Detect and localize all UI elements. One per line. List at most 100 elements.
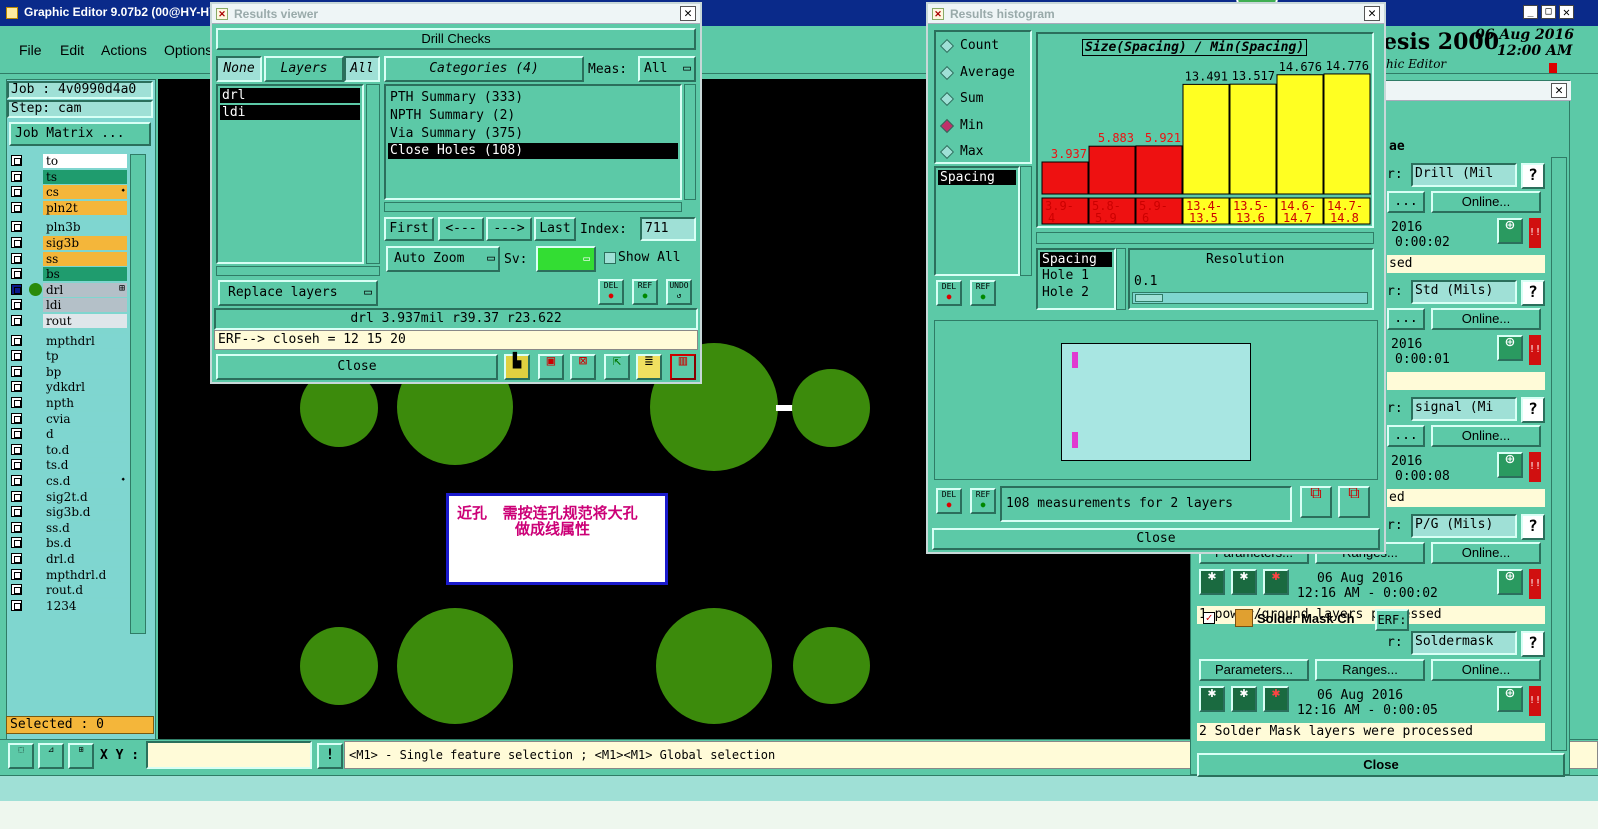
- layer-name[interactable]: d: [43, 427, 127, 442]
- layer-name[interactable]: to.d: [43, 442, 127, 457]
- last-button[interactable]: Last: [534, 217, 576, 241]
- drill-pad-6[interactable]: [397, 608, 513, 724]
- stop-icon[interactable]: ✱: [1263, 686, 1289, 712]
- checklist-scroll[interactable]: [1551, 157, 1567, 751]
- layer-name[interactable]: drl.d: [43, 552, 127, 566]
- legend-scroll[interactable]: [1116, 248, 1126, 310]
- help-icon[interactable]: ?: [1521, 514, 1545, 540]
- drill-pad-4[interactable]: [792, 369, 870, 447]
- main-close-button[interactable]: ✕: [1559, 5, 1574, 19]
- help-icon[interactable]: ?: [1521, 397, 1545, 423]
- online-button[interactable]: Online...: [1431, 659, 1541, 681]
- layer-checkbox[interactable]: [11, 186, 22, 198]
- histogram-bar[interactable]: [1041, 161, 1089, 195]
- clear-icon[interactable]: ⊠: [570, 354, 596, 380]
- show-all-checkbox[interactable]: [604, 252, 616, 264]
- layer-name[interactable]: ss: [43, 251, 127, 266]
- drill-pad-5[interactable]: [300, 627, 378, 705]
- undo-icon[interactable]: UNDO ↺: [666, 279, 692, 305]
- layer-name[interactable]: mpthdrl.d: [43, 567, 127, 582]
- stat-list-item[interactable]: Spacing: [938, 170, 1016, 185]
- layer-checkbox[interactable]: [11, 490, 22, 502]
- resolution-slider-thumb[interactable]: [1135, 294, 1163, 302]
- index-input[interactable]: 711: [640, 217, 696, 241]
- layer-checkbox[interactable]: [11, 221, 22, 233]
- erf-button[interactable]: ERF:: [1375, 609, 1409, 631]
- drill-pad-7[interactable]: [656, 608, 772, 724]
- run-all-icon[interactable]: ✱: [1231, 569, 1257, 595]
- layer-checkbox[interactable]: [11, 506, 22, 518]
- drill-pad-8[interactable]: [793, 627, 870, 704]
- layer-row-mpthdrl-d[interactable]: mpthdrl.d: [9, 567, 127, 582]
- layer-checkbox[interactable]: [11, 155, 22, 166]
- layer-checkbox[interactable]: [11, 412, 22, 424]
- layer-row-cvia[interactable]: cvia: [9, 411, 127, 426]
- layer-row-ldi[interactable]: ldi: [9, 298, 127, 313]
- layer-name[interactable]: bs: [43, 267, 127, 282]
- layer-row-rout[interactable]: rout: [9, 314, 127, 328]
- layer-name[interactable]: sig3b: [43, 236, 127, 250]
- view-results-icon[interactable]: ⊕: [1497, 568, 1523, 595]
- checklist-close-button[interactable]: Close: [1197, 753, 1565, 777]
- menu-options[interactable]: Options: [164, 42, 212, 58]
- help-icon[interactable]: ?: [1521, 280, 1545, 306]
- layer-name[interactable]: bs.d: [43, 536, 127, 551]
- replace-layers-dropdown[interactable]: Replace layers ▭: [218, 280, 378, 306]
- layer-row-ydkdrl[interactable]: ydkdrl: [9, 380, 127, 395]
- histogram-bar[interactable]: [1229, 83, 1277, 195]
- main-min-button[interactable]: _: [1523, 5, 1538, 19]
- histogram-icon[interactable]: ▥: [670, 354, 696, 380]
- layer-checkbox[interactable]: [11, 299, 22, 311]
- view-results-icon[interactable]: ⊕: [1497, 451, 1523, 478]
- stat-list[interactable]: Spacing: [934, 166, 1020, 276]
- layer-row-pln3b[interactable]: pln3b: [9, 220, 127, 235]
- next-button[interactable]: --->: [486, 217, 532, 241]
- layer-name[interactable]: bp: [43, 364, 127, 379]
- layer-checkbox[interactable]: [11, 521, 22, 533]
- online-button[interactable]: Online...: [1431, 542, 1541, 564]
- xy-input[interactable]: [146, 741, 312, 769]
- results-viewer-close-x[interactable]: ✕: [680, 6, 696, 21]
- layer-checkbox[interactable]: [11, 252, 22, 264]
- layer-row-d[interactable]: d: [9, 427, 127, 442]
- layer-row-drl-d[interactable]: drl.d: [9, 552, 127, 566]
- tab-all[interactable]: All: [344, 56, 380, 82]
- layer-row-1234[interactable]: 1234: [9, 598, 127, 613]
- layers-listbox[interactable]: drl ldi: [216, 84, 364, 264]
- layer-checkbox[interactable]: [11, 334, 22, 346]
- layer-name[interactable]: rout: [43, 314, 127, 328]
- check-erf-value[interactable]: Std (Mils): [1411, 280, 1517, 304]
- category-item[interactable]: Via Summary (375): [388, 125, 678, 143]
- layer-name[interactable]: ts: [43, 169, 127, 184]
- layer-checkbox[interactable]: [11, 584, 22, 596]
- category-item[interactable]: NPTH Summary (2): [388, 107, 678, 125]
- histogram-bar[interactable]: [1135, 145, 1183, 195]
- run-icon[interactable]: ✱: [1199, 686, 1225, 712]
- stat-radio-max[interactable]: Max: [939, 144, 1030, 162]
- histogram-bar[interactable]: [1323, 73, 1371, 195]
- layer-row-sig2t-d[interactable]: sig2t.d: [9, 489, 127, 504]
- layer-name[interactable]: tp: [43, 349, 127, 364]
- stop-icon[interactable]: ✱: [1263, 569, 1289, 595]
- layer-row-to[interactable]: to: [9, 154, 127, 168]
- zoom-out-icon[interactable]: ⧉: [1338, 485, 1370, 518]
- menu-actions[interactable]: Actions: [101, 42, 147, 58]
- view-results-icon[interactable]: ⊕: [1497, 334, 1523, 361]
- report-icon[interactable]: ▙: [504, 354, 530, 380]
- layer-checkbox[interactable]: [11, 459, 22, 471]
- main-max-button[interactable]: □: [1541, 5, 1556, 19]
- layer-name[interactable]: cvia: [43, 411, 127, 426]
- layer-row-pln2t[interactable]: pln2t: [9, 200, 127, 215]
- histogram-close-button[interactable]: Close: [932, 528, 1380, 550]
- layer-row-rout-d[interactable]: rout.d: [9, 583, 127, 598]
- layer-name[interactable]: sig2t.d: [43, 489, 127, 504]
- ranges-button[interactable]: Ranges...: [1315, 659, 1425, 681]
- stat-radio-count[interactable]: Count: [939, 38, 1030, 56]
- layer-list-scroll[interactable]: [130, 154, 146, 634]
- layer-name[interactable]: ss.d: [43, 520, 127, 535]
- del-icon[interactable]: DEL ●: [598, 279, 624, 305]
- layer-row-mpthdrl[interactable]: mpthdrl: [9, 333, 127, 348]
- ref-icon[interactable]: REF ●: [632, 279, 658, 305]
- layer-name[interactable]: pln2t: [43, 200, 127, 215]
- stat-radio-sum[interactable]: Sum: [939, 91, 1030, 109]
